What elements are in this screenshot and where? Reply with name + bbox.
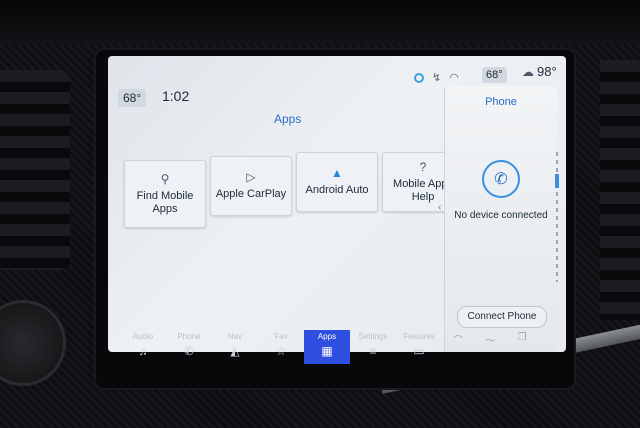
nav-label: Apps bbox=[317, 332, 337, 341]
nav-label: Features bbox=[403, 332, 435, 341]
phone-icon[interactable]: ✆ bbox=[482, 160, 520, 198]
chevron-left-icon[interactable]: ‹ bbox=[438, 202, 441, 213]
nav-label: Settings bbox=[358, 332, 388, 341]
nav-item-apps[interactable]: Apps ▦ bbox=[304, 330, 350, 364]
apps-title: Apps bbox=[274, 112, 302, 126]
find-mobile-apps-tile[interactable]: ⚲ Find Mobile Apps bbox=[124, 160, 206, 228]
right-air-vent bbox=[600, 60, 640, 320]
nav-item-phone[interactable]: Phone ✆ bbox=[166, 330, 212, 378]
dashboard-top-trim bbox=[0, 0, 640, 44]
passenger-temp-badge[interactable]: 68° bbox=[482, 67, 507, 83]
nav-item-settings[interactable]: Settings ≡ bbox=[350, 330, 396, 378]
tile-label: Find Mobile Apps bbox=[136, 189, 194, 215]
alexa-icon[interactable] bbox=[414, 72, 424, 83]
bottom-nav-bar: Audio ♫ Phone ✆ Nav ◭ Fav ☆ Apps ▦ Setti… bbox=[120, 320, 560, 378]
settings-sliders-icon: ≡ bbox=[369, 344, 377, 358]
apps-grid-icon: ▦ bbox=[321, 344, 333, 358]
nav-label: Phone bbox=[177, 332, 201, 341]
star-icon: ☆ bbox=[275, 344, 287, 358]
app-tiles: ⚲ Find Mobile Apps ▷ Apple CarPlay ▲ And… bbox=[124, 152, 464, 228]
outside-temp-value: 98° bbox=[537, 64, 557, 79]
fan-icon[interactable]: 〜 bbox=[474, 330, 506, 378]
tile-label: Android Auto bbox=[305, 184, 369, 196]
status-icons: ↯ ◠ bbox=[414, 71, 459, 84]
nav-label: Fav bbox=[274, 332, 288, 341]
nav-item-features[interactable]: Features ▭ bbox=[396, 330, 442, 378]
outside-temp: ☁ 98° bbox=[522, 64, 557, 79]
driver-temp-badge[interactable]: 68° bbox=[118, 89, 147, 107]
climate-icon[interactable]: ⌒ bbox=[442, 330, 474, 378]
phone-icon: ✆ bbox=[183, 344, 195, 358]
wifi-icon: ◠ bbox=[449, 72, 459, 84]
nav-label: Audio bbox=[132, 332, 154, 341]
help-icon: ? bbox=[419, 159, 427, 174]
phone-panel: Phone ✆ No device connected Connect Phon… bbox=[444, 86, 557, 352]
navigation-icon: ◭ bbox=[230, 344, 240, 358]
cloud-icon: ☁ bbox=[522, 64, 534, 79]
mute-icon: ↯ bbox=[432, 72, 442, 84]
left-air-vent bbox=[0, 70, 70, 270]
phone-status-text: No device connected bbox=[454, 210, 548, 221]
scrollbar-track[interactable] bbox=[556, 152, 558, 282]
infotainment-screen: 68° 1:02 ↯ ◠ 68° ☁ 98° Apps ⚲ Find Mobil… bbox=[108, 56, 566, 352]
android-auto-tile[interactable]: ▲ Android Auto bbox=[296, 152, 378, 212]
nav-item-fav[interactable]: Fav ☆ bbox=[258, 330, 304, 378]
music-note-icon: ♫ bbox=[138, 344, 148, 358]
clock: 1:02 bbox=[162, 88, 190, 104]
search-apps-icon: ⚲ bbox=[160, 171, 170, 186]
phone-panel-title: Phone bbox=[485, 96, 517, 108]
carplay-icon: ▷ bbox=[246, 170, 256, 184]
android-auto-icon: ▲ bbox=[331, 166, 343, 180]
scrollbar-thumb[interactable] bbox=[555, 174, 559, 188]
apple-carplay-tile[interactable]: ▷ Apple CarPlay bbox=[210, 156, 292, 216]
nav-item-audio[interactable]: Audio ♫ bbox=[120, 330, 166, 378]
vehicle-icon: ▭ bbox=[413, 344, 425, 358]
nav-item-nav[interactable]: Nav ◭ bbox=[212, 330, 258, 378]
nav-label: Nav bbox=[227, 332, 243, 341]
tile-label: Apple CarPlay bbox=[215, 188, 287, 200]
copy-screen-icon[interactable]: ❐ bbox=[506, 330, 538, 378]
